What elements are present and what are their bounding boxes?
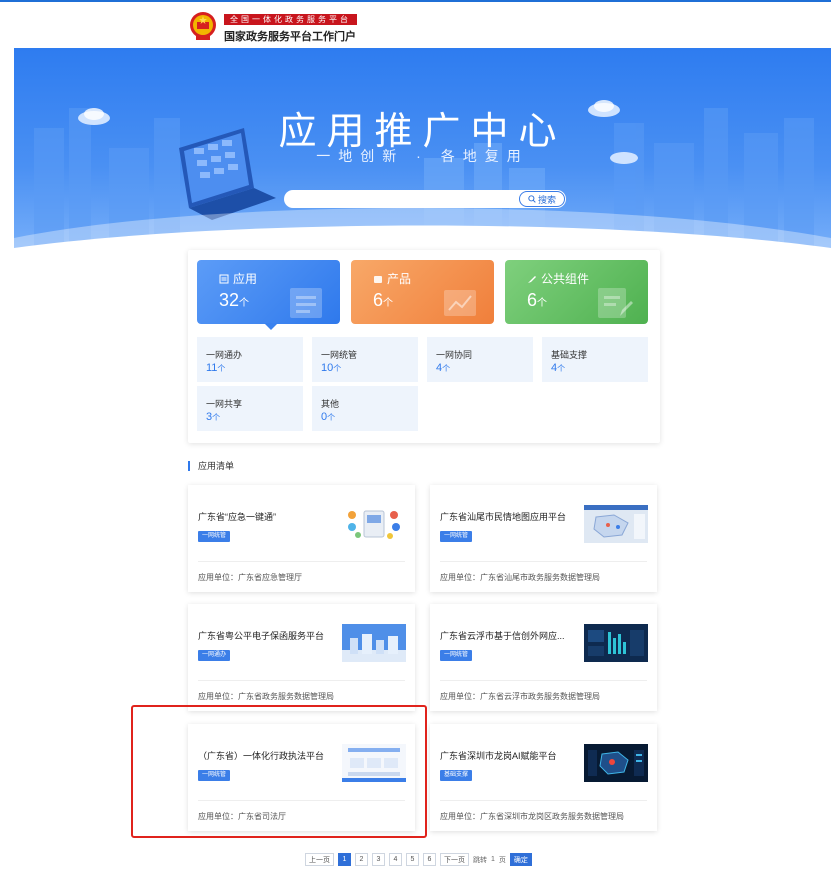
app-category-tag: 一网统管	[440, 650, 473, 661]
app-unit: 应用单位：广东省应急管理厅	[198, 573, 302, 582]
category-unit: 个	[217, 364, 226, 373]
category-unit: 个	[557, 364, 566, 373]
app-thumbnail	[584, 505, 648, 543]
page-button-4[interactable]: 4	[389, 853, 402, 866]
category-tile[interactable]: 一网共享 3个	[197, 386, 303, 431]
card-divider	[440, 800, 647, 801]
category-tile[interactable]: 一网协同 4个	[427, 337, 533, 382]
stat-tile-components[interactable]: 公共组件 6个	[505, 260, 648, 324]
stat-count: 6	[527, 290, 538, 310]
logo-title[interactable]: 国家政务服务平台工作门户	[224, 28, 356, 44]
card-divider	[440, 561, 647, 562]
app-card[interactable]: （广东省）一体化行政执法平台 一网统管 应用单位：广东省司法厅	[188, 724, 415, 831]
app-thumbnail	[342, 624, 406, 662]
app-unit: 应用单位：广东省汕尾市政务服务数据管理局	[440, 573, 600, 582]
stat-tile-apps[interactable]: 应用 32个	[197, 260, 340, 324]
app-unit: 应用单位：广东省深圳市龙岗区政务服务数据管理局	[440, 812, 624, 821]
app-thumbnail	[342, 505, 406, 543]
page-button-6[interactable]: 6	[423, 853, 436, 866]
page-button-3[interactable]: 3	[372, 853, 385, 866]
category-unit: 个	[212, 413, 221, 422]
component-icon	[528, 275, 536, 283]
stat-tile-products[interactable]: 产品 6个	[351, 260, 494, 324]
stat-unit: 个	[537, 298, 548, 309]
app-thumbnail	[342, 744, 406, 782]
page-suffix: 页	[498, 856, 506, 864]
category-tile[interactable]: 一网统管 10个	[312, 337, 418, 382]
page-button-1[interactable]: 1	[338, 853, 351, 866]
card-divider	[440, 680, 647, 681]
category-label: 其他	[321, 399, 340, 409]
search-button[interactable]: 搜索	[519, 191, 565, 207]
app-category-tag: 一网统管	[198, 770, 231, 781]
app-card[interactable]: 广东省深圳市龙岗AI赋能平台 基础支撑 应用单位：广东省深圳市龙岗区政务服务数据…	[430, 724, 657, 831]
card-divider	[198, 561, 405, 562]
category-label: 一网共享	[206, 399, 243, 409]
app-unit: 应用单位：广东省司法厅	[198, 812, 286, 821]
stats-panel: 应用 32个 产品 6个 公共组件 6个 一网通办 11个 一网统管 10个 一…	[188, 250, 660, 443]
app-thumbnail	[584, 744, 648, 782]
chart-deco-icon	[444, 290, 476, 316]
stat-count: 6	[373, 290, 384, 310]
confirm-jump-button[interactable]: 确定	[509, 853, 532, 866]
category-unit: 个	[333, 364, 342, 373]
app-name: 广东省粤公平电子保函服务平台	[198, 631, 325, 641]
stat-count: 32	[219, 290, 240, 310]
app-category-tag: 基础支撑	[440, 770, 473, 781]
category-count: 10	[321, 362, 334, 374]
hero-banner: 应用推广中心 一地创新 · 各地复用 搜索	[14, 48, 831, 263]
app-card[interactable]: 广东省云浮市基于信创外网应... 一网统管 应用单位：广东省云浮市政务服务数据管…	[430, 604, 657, 711]
app-icon	[219, 274, 229, 283]
app-name: （广东省）一体化行政执法平台	[198, 751, 325, 761]
edit-deco-icon	[598, 288, 633, 318]
app-thumbnail	[584, 624, 648, 662]
category-label: 一网统管	[321, 350, 358, 360]
page-button-2[interactable]: 2	[355, 853, 368, 866]
category-tile[interactable]: 一网通办 11个	[197, 337, 303, 382]
category-tile[interactable]: 其他 0个	[312, 386, 418, 431]
prev-page-button[interactable]: 上一页	[305, 853, 334, 866]
card-divider	[198, 800, 405, 801]
jump-label: 跳转	[473, 856, 487, 864]
stat-unit: 个	[383, 298, 394, 309]
product-icon	[374, 275, 382, 283]
app-unit: 应用单位：广东省云浮市政务服务数据管理局	[440, 692, 600, 701]
search-icon	[528, 195, 536, 203]
pagination: 上一页 1 2 3 4 5 6 下一页 跳转 1 页 确定	[305, 853, 532, 866]
section-title-app-list: 应用清单	[188, 461, 234, 471]
card-divider	[198, 680, 405, 681]
app-card[interactable]: 广东省汕尾市民情地图应用平台 一网统管 应用单位：广东省汕尾市政务服务数据管理局	[430, 485, 657, 592]
app-card[interactable]: 广东省“应急一键通” 一网统管 应用单位：广东省应急管理厅	[188, 485, 415, 592]
national-emblem-icon	[190, 12, 216, 40]
category-label: 一网通办	[206, 350, 243, 360]
category-label: 一网协同	[436, 350, 473, 360]
app-category-tag: 一网统管	[198, 531, 231, 542]
app-unit: 应用单位：广东省政务服务数据管理局	[198, 692, 334, 701]
app-category-tag: 一网统管	[440, 531, 473, 542]
logo-tagline: 全国一体化政务服务平台	[224, 14, 357, 25]
category-unit: 个	[327, 413, 336, 422]
app-name: 广东省“应急一键通”	[198, 512, 276, 522]
app-name: 广东省云浮市基于信创外网应...	[440, 631, 565, 641]
next-page-button[interactable]: 下一页	[440, 853, 469, 866]
app-name: 广东省深圳市龙岗AI赋能平台	[440, 751, 557, 761]
stat-label: 公共组件	[541, 272, 590, 286]
app-name: 广东省汕尾市民情地图应用平台	[440, 512, 567, 522]
category-count: 11	[206, 362, 218, 374]
category-unit: 个	[442, 364, 451, 373]
stat-label: 产品	[387, 272, 412, 286]
selected-tile-pointer	[264, 323, 278, 330]
category-tile[interactable]: 基础支撑 4个	[542, 337, 648, 382]
category-label: 基础支撑	[551, 350, 588, 360]
app-card[interactable]: 广东省粤公平电子保函服务平台 一网通办 应用单位：广东省政务服务数据管理局	[188, 604, 415, 711]
document-deco-icon	[290, 288, 322, 318]
jump-page-input[interactable]: 1	[491, 856, 495, 863]
page-button-5[interactable]: 5	[406, 853, 419, 866]
app-category-tag: 一网通办	[198, 650, 231, 661]
site-header: 全国一体化政务服务平台 国家政务服务平台工作门户	[0, 2, 831, 48]
stat-label: 应用	[233, 272, 258, 286]
banner-subtitle: 一地创新 · 各地复用	[316, 148, 529, 164]
search-button-label: 搜索	[537, 194, 556, 205]
stat-unit: 个	[239, 298, 250, 309]
